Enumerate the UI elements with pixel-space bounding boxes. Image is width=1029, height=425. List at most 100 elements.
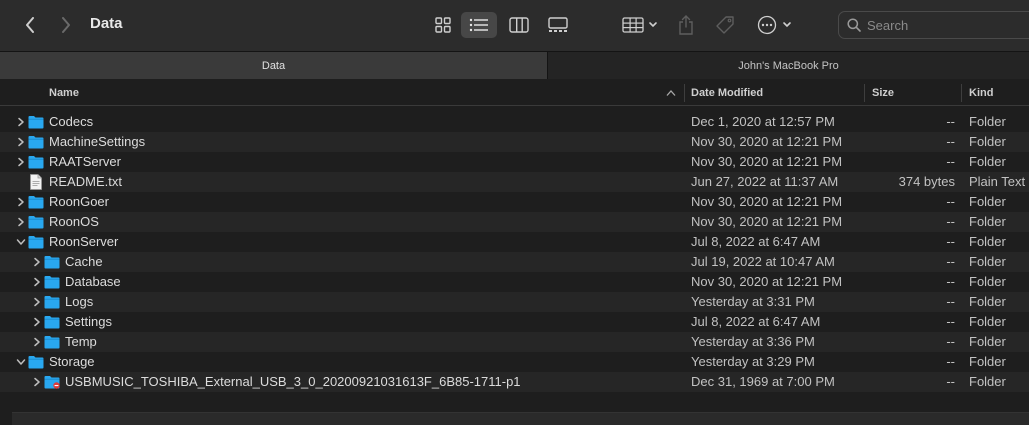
file-size: 374 bytes	[898, 174, 955, 189]
file-name: Database	[65, 274, 121, 289]
horizontal-scrollbar[interactable]	[12, 412, 1029, 425]
share-icon	[679, 15, 693, 35]
file-size: --	[946, 314, 955, 329]
table-row[interactable]: Settings Jul 8, 2022 at 6:47 AM -- Folder	[0, 312, 1029, 332]
file-date-modified: Jul 8, 2022 at 6:47 AM	[691, 234, 821, 249]
file-kind: Folder	[969, 294, 1006, 309]
table-row[interactable]: MachineSettings Nov 30, 2020 at 12:21 PM -…	[0, 132, 1029, 152]
file-list: Codecs Dec 1, 2020 at 12:57 PM -- Folder Mac…	[0, 112, 1029, 392]
back-button[interactable]	[18, 13, 42, 37]
icon-view-button[interactable]	[425, 12, 461, 38]
disclosure-collapsed-icon[interactable]	[16, 197, 26, 207]
file-size: --	[946, 114, 955, 129]
grid-view-icon	[435, 17, 451, 33]
table-row[interactable]: RoonGoer Nov 30, 2020 at 12:21 PM -- Folder	[0, 192, 1029, 212]
column-kind[interactable]: Kind	[969, 80, 993, 106]
folder-icon	[44, 256, 60, 269]
disclosure-collapsed-icon[interactable]	[16, 117, 26, 127]
column-date-modified[interactable]: Date Modified	[691, 80, 763, 106]
disclosure-collapsed-icon[interactable]	[16, 137, 26, 147]
file-date-modified: Nov 30, 2020 at 12:21 PM	[691, 134, 843, 149]
file-size: --	[946, 334, 955, 349]
folder-icon	[44, 316, 60, 329]
tab-data[interactable]: Data	[0, 52, 547, 79]
forward-button[interactable]	[54, 13, 78, 37]
disclosure-collapsed-icon[interactable]	[32, 277, 42, 287]
file-name: RoonOS	[49, 214, 99, 229]
folder-icon	[28, 156, 44, 169]
file-size: --	[946, 234, 955, 249]
group-button[interactable]	[620, 12, 660, 38]
table-row[interactable]: Temp Yesterday at 3:36 PM -- Folder	[0, 332, 1029, 352]
file-size: --	[946, 374, 955, 389]
tag-button[interactable]	[714, 12, 736, 38]
file-kind: Folder	[969, 254, 1006, 269]
column-view-button[interactable]	[501, 12, 537, 38]
group-icon	[622, 17, 657, 33]
file-size: --	[946, 274, 955, 289]
folder-icon	[28, 116, 44, 129]
disclosure-collapsed-icon[interactable]	[16, 157, 26, 167]
tag-icon	[716, 16, 734, 34]
disclosure-expanded-icon[interactable]	[16, 237, 26, 247]
column-size[interactable]: Size	[872, 80, 894, 106]
folder-icon	[28, 196, 44, 209]
table-row[interactable]: Database Nov 30, 2020 at 12:21 PM -- Folder	[0, 272, 1029, 292]
file-name: RoonServer	[49, 234, 119, 249]
table-row[interactable]: Storage Yesterday at 3:29 PM -- Folder	[0, 352, 1029, 372]
file-date-modified: Dec 1, 2020 at 12:57 PM	[691, 114, 835, 129]
table-row[interactable]: USBMUSIC_TOSHIBA_External_USB_3_0_202009…	[0, 372, 1029, 392]
column-separator[interactable]	[864, 84, 865, 102]
toolbar: Data	[0, 0, 1029, 51]
list-view-icon	[469, 18, 488, 32]
file-date-modified: Nov 30, 2020 at 12:21 PM	[691, 274, 843, 289]
file-date-modified: Jun 27, 2022 at 11:37 AM	[691, 174, 839, 189]
list-view-button[interactable]	[461, 12, 497, 38]
disclosure-collapsed-icon[interactable]	[32, 297, 42, 307]
file-name: Temp	[65, 334, 97, 349]
gallery-view-icon	[548, 17, 568, 32]
search-field[interactable]	[838, 11, 1029, 39]
restricted-folder-icon	[44, 376, 60, 389]
folder-icon	[44, 296, 60, 309]
column-name[interactable]: Name	[49, 80, 79, 106]
disclosure-collapsed-icon[interactable]	[32, 257, 42, 267]
table-row[interactable]: README.txt Jun 27, 2022 at 11:37 AM 374 by…	[0, 172, 1029, 192]
table-row[interactable]: Cache Jul 19, 2022 at 10:47 AM -- Folder	[0, 252, 1029, 272]
more-actions-button[interactable]	[756, 12, 796, 38]
file-kind: Plain Text	[969, 174, 1026, 189]
file-date-modified: Yesterday at 3:31 PM	[691, 294, 815, 309]
file-date-modified: Jul 19, 2022 at 10:47 AM	[691, 254, 835, 269]
search-icon	[847, 18, 861, 32]
gallery-view-button[interactable]	[540, 12, 576, 38]
disclosure-expanded-icon[interactable]	[16, 357, 26, 367]
table-row[interactable]: Logs Yesterday at 3:31 PM -- Folder	[0, 292, 1029, 312]
file-date-modified: Nov 30, 2020 at 12:21 PM	[691, 194, 843, 209]
more-icon	[757, 15, 791, 35]
column-separator[interactable]	[684, 84, 685, 102]
file-date-modified: Nov 30, 2020 at 12:21 PM	[691, 214, 843, 229]
search-input[interactable]	[867, 17, 1017, 33]
disclosure-collapsed-icon[interactable]	[32, 337, 42, 347]
table-row[interactable]: RoonOS Nov 30, 2020 at 12:21 PM -- Folder	[0, 212, 1029, 232]
disclosure-collapsed-icon[interactable]	[32, 317, 42, 327]
column-separator[interactable]	[961, 84, 962, 102]
tab-bar: Data John's MacBook Pro	[0, 51, 1029, 79]
disclosure-collapsed-icon[interactable]	[16, 217, 26, 227]
file-kind: Folder	[969, 134, 1006, 149]
tab-johns-macbook-pro[interactable]: John's MacBook Pro	[547, 52, 1029, 79]
table-row[interactable]: RAATServer Nov 30, 2020 at 12:21 PM -- Fold…	[0, 152, 1029, 172]
file-size: --	[946, 354, 955, 369]
file-name: Codecs	[49, 114, 94, 129]
table-row[interactable]: Codecs Dec 1, 2020 at 12:57 PM -- Folder	[0, 112, 1029, 132]
file-kind: Folder	[969, 354, 1006, 369]
file-name: Storage	[49, 354, 95, 369]
share-button[interactable]	[676, 12, 696, 38]
sort-ascending-icon[interactable]	[666, 89, 676, 97]
file-size: --	[946, 214, 955, 229]
file-kind: Folder	[969, 214, 1006, 229]
folder-icon	[28, 136, 44, 149]
folder-icon	[44, 336, 60, 349]
table-row[interactable]: RoonServer Jul 8, 2022 at 6:47 AM -- Folder	[0, 232, 1029, 252]
disclosure-collapsed-icon[interactable]	[32, 377, 42, 387]
